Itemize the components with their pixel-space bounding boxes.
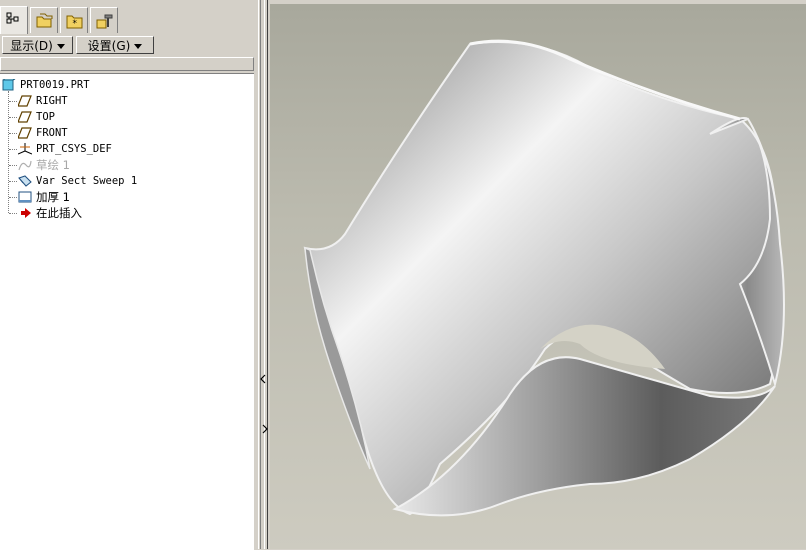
- tree-item-label: PRT0019.PRT: [20, 79, 90, 91]
- tree-branch: [9, 101, 17, 103]
- tree-item-label: 加厚 1: [36, 190, 70, 204]
- tree-guide-line: [8, 91, 10, 213]
- coordinate-system-icon: [18, 143, 32, 155]
- panel-splitter[interactable]: [258, 0, 269, 549]
- folder-browser-icon: [36, 13, 53, 28]
- tree-branch: [9, 149, 17, 151]
- show-menu-label: 显示(D): [10, 39, 53, 53]
- thickened-sweep-model[interactable]: [270, 4, 806, 549]
- tree-branch: [9, 165, 17, 167]
- part-icon: [2, 79, 16, 91]
- graphics-viewport[interactable]: [270, 4, 806, 549]
- variable-section-sweep-icon: [18, 175, 32, 187]
- tab-model-tree[interactable]: [0, 6, 28, 34]
- tree-item-label: RIGHT: [36, 95, 68, 107]
- splitter-edge: [264, 0, 265, 549]
- model-tree: PRT0019.PRT RIGHT TOP FRONT PRT_CSYS_DEF…: [0, 73, 254, 550]
- tab-favorites[interactable]: *: [60, 7, 88, 33]
- tree-branch: [9, 197, 17, 199]
- thicken-icon: [18, 191, 32, 203]
- expand-right-arrow-icon[interactable]: [262, 424, 268, 434]
- chevron-down-icon: [134, 44, 143, 49]
- datum-plane-icon: [18, 127, 32, 139]
- datum-plane-icon: [18, 111, 32, 123]
- tree-item-label: 在此插入: [36, 206, 82, 220]
- collapse-left-arrow-icon[interactable]: [260, 374, 266, 384]
- tree-column-header[interactable]: [0, 57, 254, 71]
- tab-folder-browser[interactable]: [30, 7, 58, 33]
- tree-item-label: 草绘 1: [36, 158, 70, 172]
- connections-icon: [96, 14, 113, 29]
- sketch-icon: [18, 160, 32, 171]
- navigator-toolbar: 显示(D) 设置(G): [0, 34, 258, 56]
- show-menu-button[interactable]: 显示(D): [2, 36, 73, 54]
- tree-branch: [9, 133, 17, 135]
- splitter-edge: [260, 0, 261, 549]
- tree-branch: [9, 181, 17, 183]
- tree-branch: [9, 117, 17, 119]
- insert-here-arrow-icon: [21, 208, 31, 218]
- splitter-edge: [267, 0, 268, 549]
- tree-item-label: FRONT: [36, 127, 68, 139]
- settings-menu-button[interactable]: 设置(G): [76, 36, 154, 54]
- splitter-edge: [258, 0, 259, 549]
- svg-text:*: *: [72, 19, 77, 29]
- chevron-down-icon: [56, 44, 65, 49]
- navigator-panel: * 显示(D) 设置(G) PRT0019.PRT RIGHT TOP FRON…: [0, 0, 258, 550]
- datum-plane-icon: [18, 95, 32, 107]
- favorites-icon: *: [66, 15, 83, 29]
- tab-connections[interactable]: [90, 7, 118, 33]
- tree-item-label: TOP: [36, 111, 55, 123]
- tree-item-label: PRT_CSYS_DEF: [36, 143, 112, 155]
- model-tree-icon: [6, 12, 19, 24]
- settings-menu-label: 设置(G): [87, 39, 131, 53]
- navigator-tabs: *: [0, 6, 258, 34]
- tree-branch: [9, 213, 17, 215]
- tree-item-label: Var Sect Sweep 1: [36, 175, 138, 187]
